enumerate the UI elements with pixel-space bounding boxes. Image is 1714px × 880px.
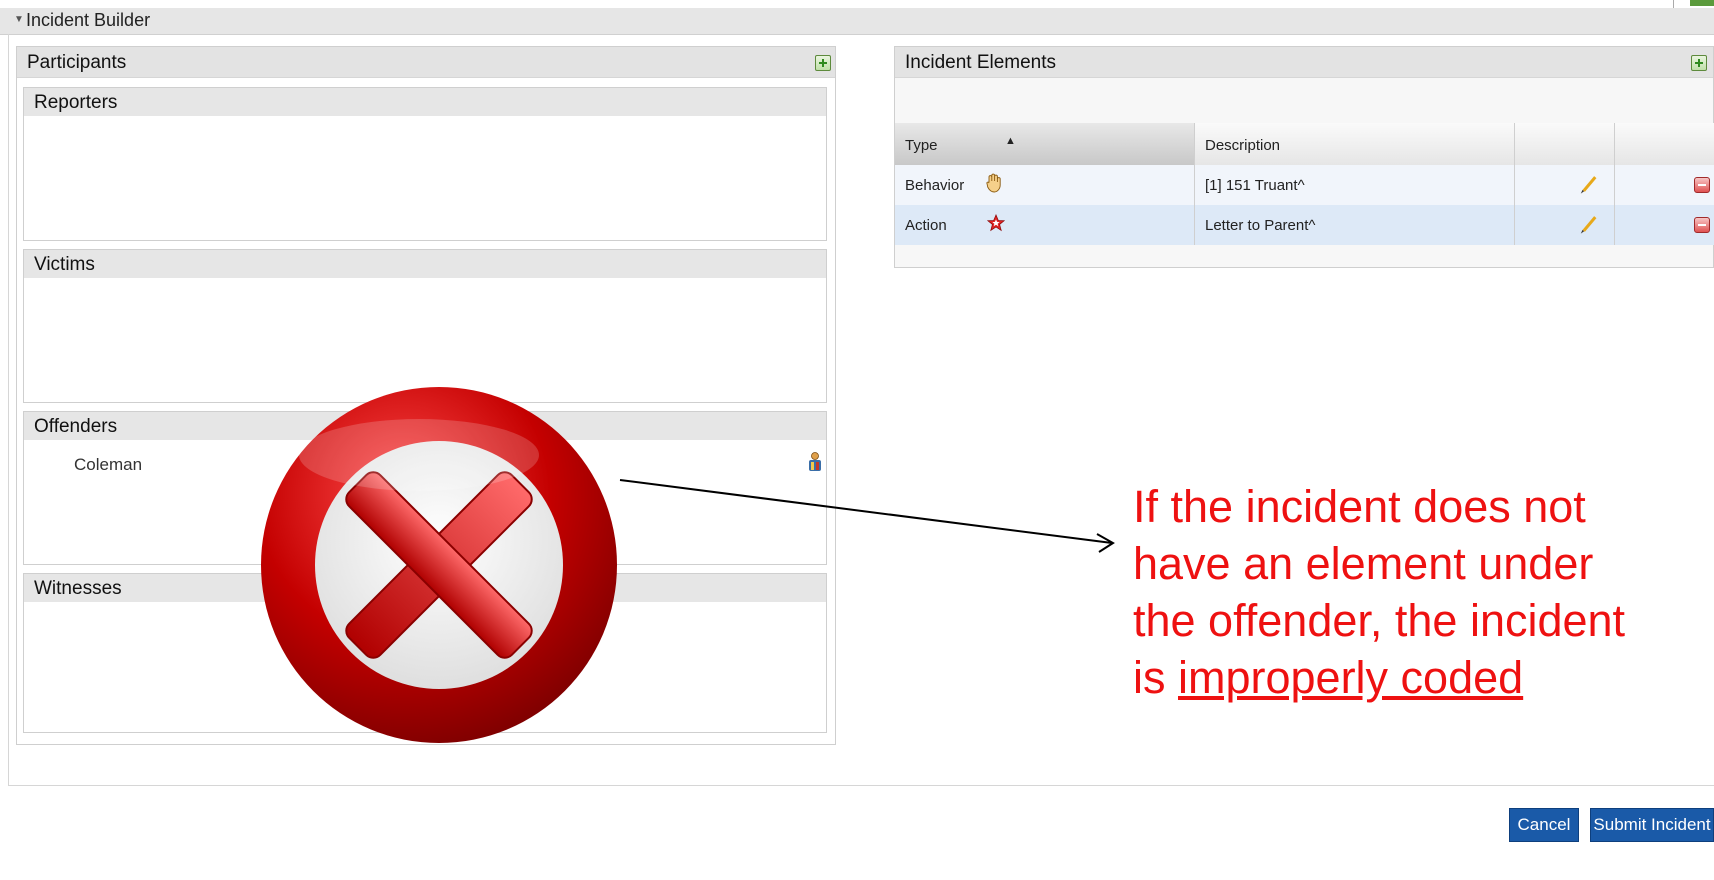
annotation-prefix: is — [1133, 652, 1178, 703]
submit-incident-button[interactable]: Submit Incident — [1590, 808, 1714, 842]
annotation-line: is improperly coded — [1133, 649, 1693, 706]
annotation-arrow — [619, 479, 1115, 553]
annotation-line: have an element under — [1133, 538, 1594, 589]
annotation-emphasis: improperly coded — [1178, 652, 1524, 703]
annotation-line: the offender, the incident — [1133, 595, 1626, 646]
annotation-text: If the incident does not have an element… — [1133, 478, 1693, 706]
cancel-button[interactable]: Cancel — [1509, 808, 1579, 842]
annotation-line: If the incident does not — [1133, 481, 1586, 532]
